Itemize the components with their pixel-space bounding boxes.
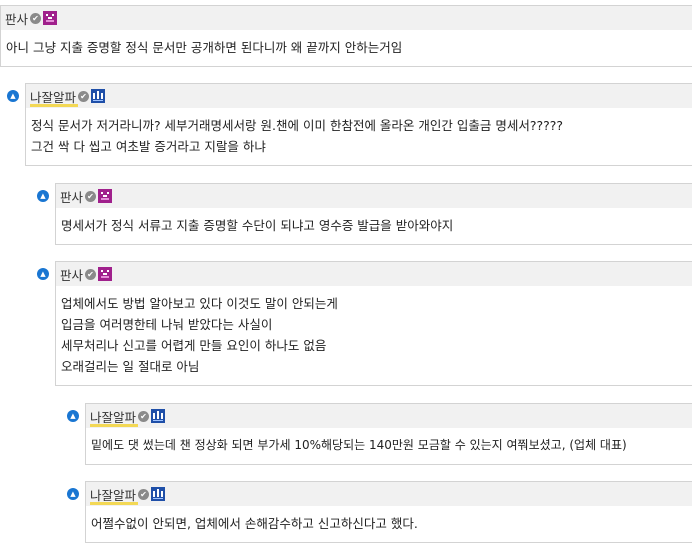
comment-header: 판사 ✔: [55, 261, 692, 286]
check-icon: ✔: [85, 190, 97, 202]
comment-body: 명세서가 정식 서류고 지출 증명할 수단이 되냐고 영수증 발급을 받아와야지: [55, 208, 692, 245]
blue-pixel-badge-icon: [151, 409, 166, 423]
comment-line: 그건 싹 다 씹고 여초발 증거라고 지랄을 하냐: [31, 139, 266, 154]
comment-author[interactable]: 판사: [60, 187, 83, 206]
comment-line: 아니 그냥 지출 증명할 정식 문서만 공개하면 된다니까 왜 끝까지 안하는거…: [6, 40, 403, 55]
comment-body: 정식 문서가 저거라니까? 세부거래명세서랑 원.챈에 이미 한참전에 올라온 …: [25, 108, 692, 166]
comment-header: 나잘알파 ✔: [85, 481, 692, 506]
comment-body: 아니 그냥 지출 증명할 정식 문서만 공개하면 된다니까 왜 끝까지 안하는거…: [0, 30, 692, 67]
purple-pixel-badge-icon: [98, 189, 113, 203]
purple-pixel-badge-icon: [98, 267, 113, 281]
comment: 판사 ✔ 명세서가 정식 서류고 지출 증명할 수단이 되냐고 영수증 발급을 …: [55, 183, 692, 245]
comment: 판사 ✔ 아니 그냥 지출 증명할 정식 문서만 공개하면 된다니까 왜 끝까지…: [0, 5, 692, 67]
purple-pixel-badge-icon: [43, 11, 58, 25]
comment-author[interactable]: 판사: [60, 265, 83, 284]
comment-author[interactable]: 나잘알파: [30, 87, 79, 107]
comment-header: 판사 ✔: [55, 183, 692, 208]
blue-pixel-badge-icon: [91, 89, 106, 103]
comment-line: 밑에도 댓 썼는데 챈 정상화 되면 부가세 10%해당되는 140만원 모금할…: [91, 438, 627, 452]
comment-body: 어쩔수없이 안되면, 업체에서 손해감수하고 신고하신다고 했다.: [85, 506, 692, 543]
collapse-button[interactable]: ▲: [37, 268, 49, 280]
blue-pixel-badge-icon: [151, 487, 166, 501]
comment-body: 업체에서도 방법 알아보고 있다 이것도 말이 안되는게 입금을 여러명한테 나…: [55, 286, 692, 386]
comment-author[interactable]: 나잘알파: [90, 485, 139, 505]
comment-header: 나잘알파 ✔: [25, 83, 692, 108]
comment-line: 입금을 여러명한테 나눠 받았다는 사실이: [61, 317, 273, 332]
comment-author[interactable]: 나잘알파: [90, 407, 139, 427]
check-icon: ✔: [138, 410, 150, 422]
collapse-button[interactable]: ▲: [7, 90, 19, 102]
comment-header: 판사 ✔: [0, 5, 692, 30]
collapse-button[interactable]: ▲: [67, 488, 79, 500]
comment-body: 밑에도 댓 썼는데 챈 정상화 되면 부가세 10%해당되는 140만원 모금할…: [85, 428, 692, 465]
comment-line: 명세서가 정식 서류고 지출 증명할 수단이 되냐고 영수증 발급을 받아와야지: [61, 218, 454, 233]
comment-line: 어쩔수없이 안되면, 업체에서 손해감수하고 신고하신다고 했다.: [91, 516, 418, 531]
check-icon: ✔: [85, 268, 97, 280]
comment: 판사 ✔ 업체에서도 방법 알아보고 있다 이것도 말이 안되는게 입금을 여러…: [55, 261, 692, 386]
comment-line: 오래걸리는 일 절대로 아님: [61, 359, 200, 374]
comment-author[interactable]: 판사: [5, 9, 28, 28]
collapse-button[interactable]: ▲: [37, 190, 49, 202]
check-icon: ✔: [138, 488, 150, 500]
comment-line: 정식 문서가 저거라니까? 세부거래명세서랑 원.챈에 이미 한참전에 올라온 …: [31, 118, 564, 133]
comment: 나잘알파 ✔ 밑에도 댓 썼는데 챈 정상화 되면 부가세 10%해당되는 14…: [85, 403, 692, 465]
check-icon: ✔: [30, 12, 42, 24]
check-icon: ✔: [78, 90, 90, 102]
comment-header: 나잘알파 ✔: [85, 403, 692, 428]
comment: 나잘알파 ✔ 정식 문서가 저거라니까? 세부거래명세서랑 원.챈에 이미 한참…: [25, 83, 692, 166]
collapse-button[interactable]: ▲: [67, 410, 79, 422]
comment-line: 업체에서도 방법 알아보고 있다 이것도 말이 안되는게: [61, 296, 338, 311]
comment: 나잘알파 ✔ 어쩔수없이 안되면, 업체에서 손해감수하고 신고하신다고 했다.: [85, 481, 692, 543]
comment-line: 세무처리나 신고를 어렵게 만들 요인이 하나도 없음: [61, 338, 327, 353]
